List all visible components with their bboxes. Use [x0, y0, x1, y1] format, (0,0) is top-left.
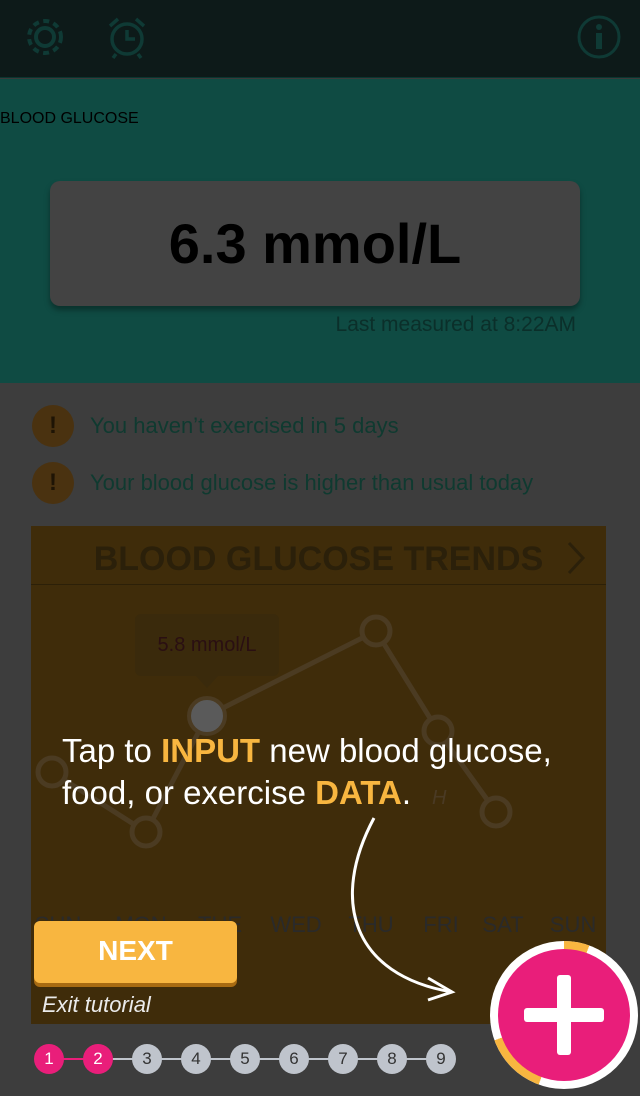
- step-dot[interactable]: 7: [328, 1044, 358, 1074]
- chart-point: [129, 815, 163, 849]
- alert-icon: !: [32, 462, 74, 504]
- day-label: SUN: [549, 912, 597, 937]
- tutorial-text: Tap to: [62, 732, 162, 769]
- next-button[interactable]: NEXT: [34, 921, 237, 983]
- day-label: THU: [348, 912, 394, 937]
- page-title: BLOOD GLUCOSE: [0, 110, 139, 127]
- tutorial-step-indicator: 1 2 3 4 5 6 7 8 9: [34, 1042, 464, 1076]
- tutorial-text: .: [401, 774, 412, 811]
- step-dot[interactable]: 6: [279, 1044, 309, 1074]
- alert-glucose-high[interactable]: ! Your blood glucose is higher than usua…: [32, 461, 533, 505]
- chart-point: [359, 614, 393, 648]
- tutorial-highlight-data: DATA: [315, 774, 402, 811]
- step-dot[interactable]: 9: [426, 1044, 456, 1074]
- alarm-clock-icon[interactable]: [104, 14, 150, 60]
- step-dot[interactable]: 1: [34, 1044, 64, 1074]
- step-dot[interactable]: 2: [83, 1044, 113, 1074]
- chart-tooltip: 5.8 mmol/L: [135, 614, 279, 676]
- add-data-button[interactable]: [498, 949, 630, 1081]
- exit-tutorial-link[interactable]: Exit tutorial: [42, 992, 151, 1018]
- gear-icon[interactable]: [22, 14, 68, 60]
- step-dot[interactable]: 8: [377, 1044, 407, 1074]
- step-dot[interactable]: 4: [181, 1044, 211, 1074]
- last-measured-label: Last measured at 8:22AM: [335, 313, 576, 336]
- alert-text: Your blood glucose is higher than usual …: [90, 470, 534, 495]
- chart-point-selected: [187, 696, 227, 736]
- alert-text: You haven’t exercised in 5 days: [90, 413, 399, 438]
- step-dot[interactable]: 5: [230, 1044, 260, 1074]
- step-dot[interactable]: 3: [132, 1044, 162, 1074]
- day-label: FRI: [423, 912, 459, 937]
- text-cursor: H: [432, 787, 447, 809]
- alert-exercise[interactable]: ! You haven’t exercised in 5 days: [32, 404, 399, 448]
- day-label: SAT: [482, 912, 524, 937]
- tutorial-highlight-input: INPUT: [161, 732, 261, 769]
- glucose-reading-card[interactable]: 6.3 mmol/L: [50, 181, 580, 306]
- top-bar: [0, 0, 640, 78]
- plus-icon: [557, 975, 571, 1055]
- glucose-reading-value: 6.3 mmol/L: [168, 212, 462, 275]
- alert-icon: !: [32, 405, 74, 447]
- info-icon[interactable]: [576, 14, 622, 60]
- day-label: WED: [270, 912, 322, 937]
- tutorial-message: Tap to INPUT new blood glucose, food, or…: [62, 730, 622, 814]
